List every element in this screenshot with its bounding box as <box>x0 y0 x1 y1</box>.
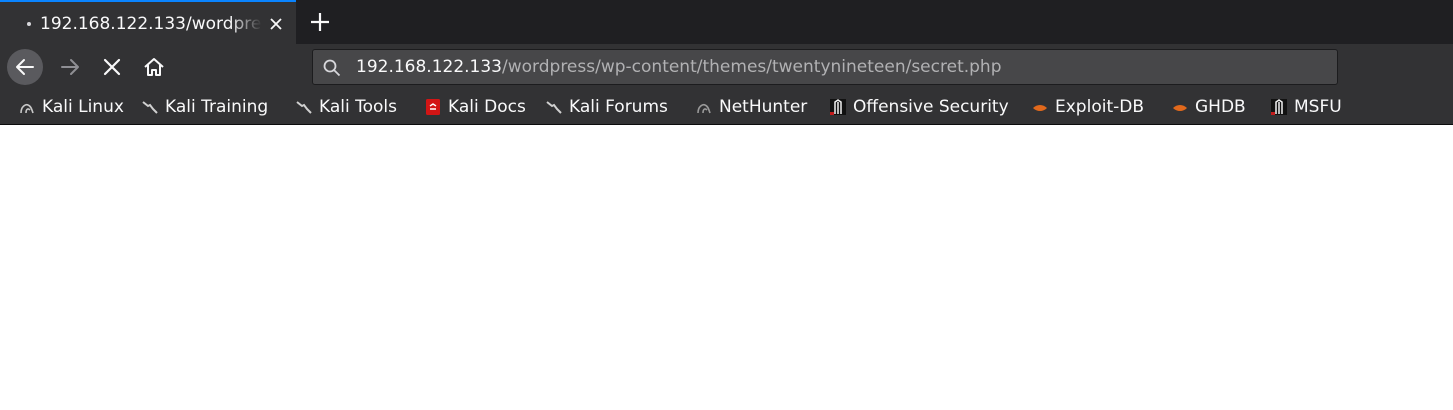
bookmark-nethunter[interactable]: NetHunter <box>695 93 807 121</box>
bookmark-offensive-security[interactable]: Offensive Security <box>829 93 1009 121</box>
bookmark-label: Kali Linux <box>42 97 124 117</box>
bookmark-label: Kali Training <box>165 97 269 117</box>
close-icon <box>103 58 121 76</box>
bookmark-kali-tools[interactable]: Kali Tools <box>295 93 397 121</box>
tab-active[interactable]: 192.168.122.133/wordpress/wp-content/the… <box>0 0 296 44</box>
offsec-icon <box>830 99 846 115</box>
nav-bar: 192.168.122.133/wordpress/wp-content/the… <box>0 44 1453 90</box>
bookmark-ghdb[interactable]: GHDB <box>1171 93 1246 121</box>
forward-button[interactable] <box>52 49 88 85</box>
tab-strip: 192.168.122.133/wordpress/wp-content/the… <box>0 0 1453 44</box>
bookmark-msfu[interactable]: MSFU <box>1270 93 1342 121</box>
tab-title: 192.168.122.133/wordpress/wp-content/the… <box>40 14 262 34</box>
arrow-left-icon <box>16 59 34 75</box>
kali-dragon-icon <box>20 103 34 114</box>
nethunter-icon <box>697 103 711 114</box>
exploitdb-icon <box>1033 105 1047 111</box>
stop-button[interactable] <box>94 49 130 85</box>
bookmark-label: Kali Tools <box>319 97 397 117</box>
bookmarks-toolbar: Kali Linux Kali Training Kali Tools Kali… <box>0 90 1453 124</box>
bookmark-label: GHDB <box>1195 97 1246 117</box>
bookmark-kali-linux[interactable]: Kali Linux <box>18 93 124 121</box>
url-text[interactable]: 192.168.122.133/wordpress/wp-content/the… <box>356 56 1002 78</box>
kali-dragon-icon <box>142 101 158 114</box>
loading-dot-icon <box>27 22 31 26</box>
exploitdb-icon <box>1173 105 1187 111</box>
kali-dragon-icon <box>546 101 562 114</box>
search-icon <box>322 58 342 78</box>
offsec-icon <box>1271 99 1287 115</box>
url-path: /wordpress/wp-content/themes/twentyninet… <box>502 57 1002 77</box>
browser-chrome: 192.168.122.133/wordpress/wp-content/the… <box>0 0 1453 125</box>
arrow-right-icon <box>61 59 79 75</box>
bookmark-label: Kali Docs <box>448 97 526 117</box>
bookmark-kali-training[interactable]: Kali Training <box>141 93 268 121</box>
url-host: 192.168.122.133 <box>356 57 503 77</box>
bookmark-label: Offensive Security <box>853 97 1009 117</box>
bookmark-kali-forums[interactable]: Kali Forums <box>545 93 668 121</box>
bookmark-label: Kali Forums <box>569 97 668 117</box>
new-tab-button[interactable] <box>306 8 334 36</box>
bookmark-exploit-db[interactable]: Exploit-DB <box>1031 93 1144 121</box>
bookmark-label: NetHunter <box>719 97 808 117</box>
bookmark-label: Exploit-DB <box>1055 97 1144 117</box>
bookmark-kali-docs[interactable]: Kali Docs <box>424 93 526 121</box>
page-content <box>0 125 1453 410</box>
home-button[interactable] <box>136 49 172 85</box>
back-button[interactable] <box>7 49 43 85</box>
url-bar[interactable]: 192.168.122.133/wordpress/wp-content/the… <box>312 49 1338 85</box>
bookmark-label: MSFU <box>1294 97 1342 117</box>
close-icon[interactable] <box>266 14 286 34</box>
home-icon <box>144 58 164 76</box>
docs-icon <box>426 99 440 115</box>
kali-dragon-icon <box>296 101 312 114</box>
